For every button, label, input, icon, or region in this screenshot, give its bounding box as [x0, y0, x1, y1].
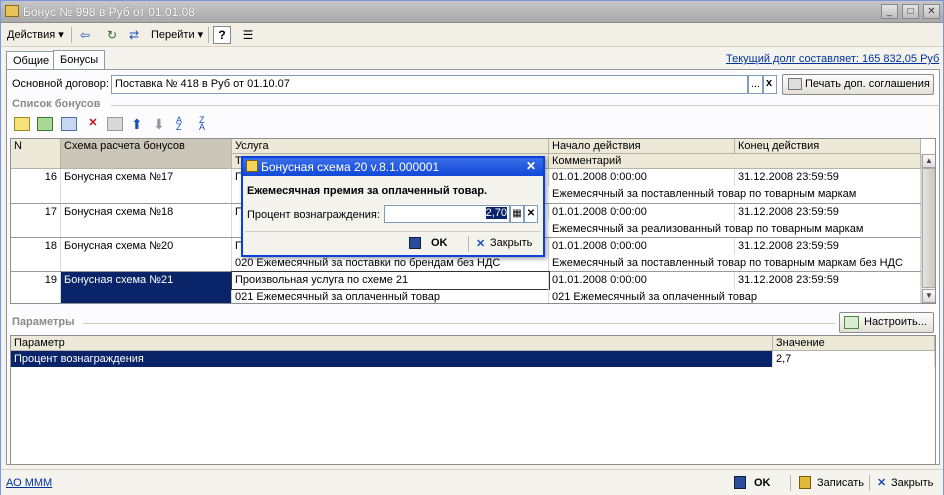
copy-row-icon[interactable] — [107, 117, 123, 131]
row-number: 19 — [11, 272, 61, 303]
dialog-title-bar: Бонусная схема 20 v.8.1.000001 ✕ — [243, 158, 543, 176]
param-value: 2,7 — [773, 351, 935, 367]
header-scheme[interactable]: Схема расчета бонусов — [61, 139, 232, 169]
dialog-heading: Ежемесячная премия за оплаченный товар. — [247, 185, 488, 197]
row-start: 01.01.2008 0:00:00 — [549, 169, 735, 186]
document-icon — [5, 5, 19, 17]
goto-menu[interactable]: Перейти ▾ — [148, 26, 206, 44]
configure-icon — [844, 316, 859, 329]
delete-row-icon[interactable]: ✕ — [85, 117, 101, 131]
add-row-icon[interactable] — [14, 117, 30, 131]
move-up-icon[interactable]: ⬆ — [131, 116, 143, 133]
footer-bar: АО МММ OK Записать ✕ Закрыть — [1, 469, 943, 495]
contract-field[interactable]: Поставка № 418 в Руб от 01.10.07 — [111, 75, 748, 94]
help-icon[interactable]: ? — [213, 26, 231, 44]
scroll-down-icon[interactable]: ▼ — [922, 289, 935, 303]
tab-bonuses[interactable]: Бонусы — [53, 50, 106, 70]
grid-scrollbar[interactable]: ▲ ▼ — [921, 154, 935, 303]
row-end: 31.12.2008 23:59:59 — [735, 238, 921, 255]
back-arrow-icon[interactable]: ⇦ — [76, 26, 94, 44]
tab-general[interactable]: Общие — [6, 51, 57, 70]
row-comment: Ежемесячный за реализованный товар по то… — [549, 221, 921, 238]
print-agreement-button[interactable]: Печать доп. соглашения — [782, 74, 934, 95]
toolbar: Действия ▾ ⇦ ↻ ⇄ Перейти ▾ ? ☰ — [1, 23, 943, 47]
minimize-icon[interactable]: _ — [881, 4, 898, 19]
close-button[interactable]: ✕ Закрыть — [877, 474, 933, 492]
save-disk-icon — [734, 476, 746, 489]
clear-value-icon[interactable]: ✕ — [524, 205, 538, 223]
field-label: Процент вознаграждения: — [247, 209, 380, 221]
row-scheme: Бонусная схема №17 — [61, 169, 232, 203]
clear-button[interactable]: x — [763, 75, 777, 94]
header-n[interactable]: N — [11, 139, 61, 169]
debt-link[interactable]: Текущий долг составляет: 165 832,05 Руб — [726, 53, 939, 65]
param-name: Процент вознаграждения — [11, 351, 773, 367]
params-grid[interactable]: Параметр Значение Процент вознаграждения… — [10, 335, 936, 465]
actions-menu[interactable]: Действия ▾ — [4, 26, 67, 44]
edit-row-icon[interactable] — [61, 117, 77, 131]
move-down-icon[interactable]: ⬇ — [153, 116, 165, 133]
row-scheme: Бонусная схема №20 — [61, 238, 232, 271]
percent-input[interactable]: 2,70 — [384, 205, 510, 223]
row-service-code: 020 Ежемесячный за поставки по брендам б… — [232, 255, 549, 272]
calculator-icon[interactable]: ▦ — [510, 205, 524, 223]
dialog-close-icon[interactable]: ✕ — [526, 159, 536, 173]
row-comment: Ежемесячный за поставленный товар по тов… — [549, 255, 921, 272]
contract-label: Основной договор: — [12, 78, 109, 90]
header-value[interactable]: Значение — [773, 336, 935, 351]
sort-asc-icon[interactable]: AZ — [176, 116, 182, 132]
floppy-icon — [799, 476, 811, 489]
list-icon[interactable]: ☰ — [239, 26, 257, 44]
close-icon[interactable]: ✕ — [923, 4, 940, 19]
bonus-scheme-dialog: Бонусная схема 20 v.8.1.000001 ✕ Ежемеся… — [241, 156, 545, 257]
dialog-ok-button[interactable]: OK — [409, 237, 448, 253]
sort-desc-icon[interactable]: ZA — [199, 116, 205, 132]
row-start: 01.01.2008 0:00:00 — [549, 204, 735, 221]
row-number: 16 — [11, 169, 61, 203]
row-start: 01.01.2008 0:00:00 — [549, 272, 735, 289]
window-title: Бонус № 998 в Руб от 01.01.08 — [23, 5, 195, 19]
row-scheme: Бонусная схема №21 — [61, 272, 232, 303]
params-title: Параметры — [12, 316, 75, 328]
header-param[interactable]: Параметр — [11, 336, 773, 351]
row-comment: 021 Ежемесячный за оплаченный товар — [549, 289, 921, 303]
scroll-thumb[interactable] — [922, 168, 935, 288]
save-disk-icon — [409, 237, 421, 249]
row-number: 17 — [11, 204, 61, 237]
dialog-title: Бонусная схема 20 v.8.1.000001 — [261, 160, 440, 174]
row-start: 01.01.2008 0:00:00 — [549, 238, 735, 255]
close-x-icon: ✕ — [476, 238, 486, 250]
header-end[interactable]: Конец действия — [735, 139, 921, 154]
title-bar: Бонус № 998 в Руб от 01.01.08 _ □ ✕ — [1, 1, 943, 23]
row-service-code: 021 Ежемесячный за оплаченный товар — [232, 289, 549, 303]
select-button[interactable]: ... — [748, 75, 763, 94]
printer-icon — [788, 78, 802, 90]
row-comment: Ежемесячный за поставленный товар по тов… — [549, 186, 921, 203]
row-end: 31.12.2008 23:59:59 — [735, 204, 921, 221]
scheme-icon — [246, 160, 258, 172]
go-icon[interactable]: ⇄ — [125, 26, 143, 44]
configure-button[interactable]: Настроить... — [839, 312, 934, 333]
header-start[interactable]: Начало действия — [549, 139, 735, 154]
row-end: 31.12.2008 23:59:59 — [735, 169, 921, 186]
header-service[interactable]: Услуга — [232, 139, 549, 154]
row-scheme: Бонусная схема №18 — [61, 204, 232, 237]
maximize-icon[interactable]: □ — [902, 4, 919, 19]
dialog-close-button[interactable]: ✕ Закрыть — [476, 237, 532, 253]
close-x-icon: ✕ — [877, 477, 887, 489]
refresh-icon[interactable]: ↻ — [103, 26, 121, 44]
row-service: Произвольная услуга по схеме 21 — [231, 271, 550, 290]
save-button[interactable]: Записать — [797, 474, 864, 492]
add-group-icon[interactable] — [37, 117, 53, 131]
header-comment[interactable]: Комментарий — [549, 154, 921, 169]
bonus-list-title: Список бонусов — [12, 98, 101, 110]
organization-link[interactable]: АО МММ — [6, 477, 52, 489]
row-number: 18 — [11, 238, 61, 271]
ok-button[interactable]: OK — [732, 474, 771, 492]
row-end: 31.12.2008 23:59:59 — [735, 272, 921, 289]
scroll-up-icon[interactable]: ▲ — [922, 154, 935, 168]
